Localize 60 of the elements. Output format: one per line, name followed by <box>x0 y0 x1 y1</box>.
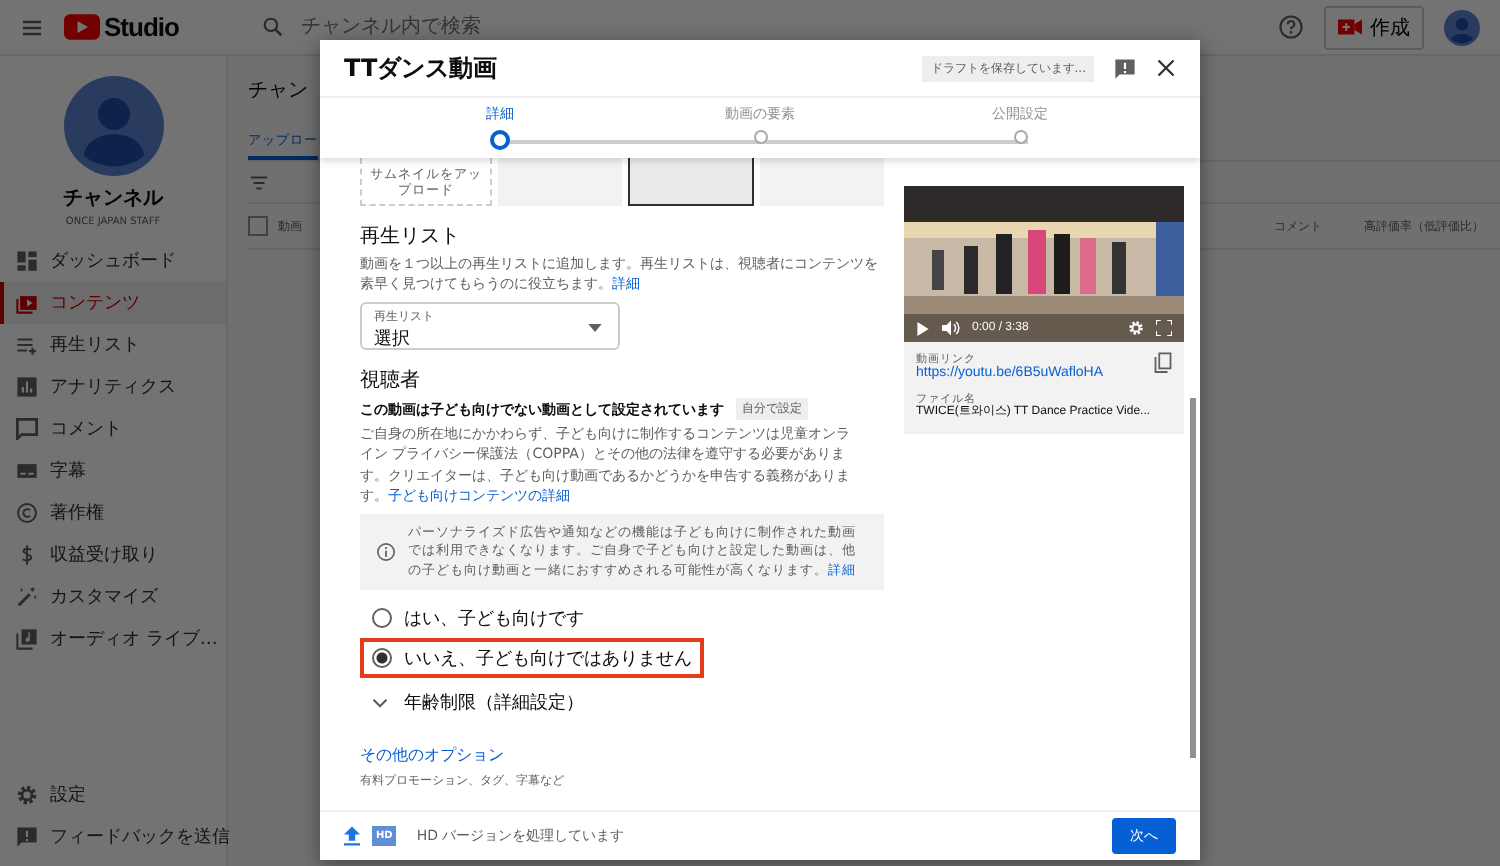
channel-name: チャンネル <box>63 186 163 212</box>
settings-icon[interactable] <box>1128 320 1144 336</box>
channel-avatar-icon[interactable] <box>63 76 163 176</box>
page-title: チャン <box>248 78 308 104</box>
video-camera-icon <box>1338 18 1362 36</box>
age-restriction-toggle[interactable]: 年齢制限（詳細設定） <box>372 690 584 717</box>
nav-item[interactable]: フィードバックを送信 <box>0 816 226 858</box>
video-icon <box>16 292 38 314</box>
settings-icon <box>16 784 38 806</box>
filter-icon[interactable] <box>248 171 270 193</box>
nav-item[interactable]: アナリティクス <box>0 366 226 408</box>
copy-icon[interactable] <box>1154 352 1172 374</box>
radio-button[interactable] <box>372 608 392 629</box>
play-logo-icon <box>64 14 100 40</box>
thumbnail-slot[interactable] <box>627 158 755 206</box>
section-heading: 視聴者 <box>360 367 422 395</box>
list-icon <box>16 334 38 356</box>
nav-item[interactable]: コメント <box>0 408 226 450</box>
nav-item[interactable]: コンテンツ <box>0 282 226 324</box>
music-icon <box>16 628 38 650</box>
dialog-title: TTダンス動画 <box>344 51 498 85</box>
search-icon <box>262 16 285 38</box>
nav-item[interactable]: 著作権 <box>0 492 226 534</box>
volume-icon[interactable] <box>942 320 960 336</box>
thumbnail-slot[interactable] <box>498 158 622 206</box>
chart-icon <box>16 376 38 398</box>
nav-item[interactable]: ダッシュボード <box>0 240 226 282</box>
close-icon[interactable] <box>1156 58 1176 78</box>
create-button[interactable]: 作成 <box>1324 5 1424 49</box>
nav-item[interactable]: 字幕 <box>0 450 226 492</box>
dropdown-caret-icon <box>588 324 602 333</box>
logo-text: Studio <box>104 12 179 42</box>
section-heading: 再生リスト <box>360 223 462 250</box>
upload-icon <box>344 826 360 846</box>
nav-item[interactable]: 設定 <box>0 774 226 816</box>
avatar-icon[interactable] <box>1444 9 1480 45</box>
feedback-icon <box>16 826 38 848</box>
circle-icon <box>16 502 38 524</box>
chevron-down-icon <box>372 698 388 709</box>
select-all-checkbox[interactable] <box>248 216 268 236</box>
nav-item[interactable]: オーディオ ライブ… <box>0 618 226 660</box>
search-field[interactable]: チャンネル内で検索 <box>296 14 785 40</box>
nav-item[interactable]: カスタマイズ <box>0 576 226 618</box>
radio-option[interactable]: はい、子ども向けです <box>360 598 596 639</box>
wand-icon <box>16 586 38 608</box>
feedback-icon[interactable] <box>1114 57 1136 79</box>
radio-option[interactable]: いいえ、子ども向けではありません <box>360 638 704 679</box>
radio-button[interactable] <box>372 648 392 669</box>
thumbnail-slot[interactable] <box>760 158 885 206</box>
nav-item[interactable]: 再生リスト <box>0 324 226 366</box>
subtitle-icon <box>16 460 38 482</box>
help-icon[interactable] <box>1278 14 1304 40</box>
info-icon <box>376 541 396 562</box>
nav-item[interactable]: 収益受け取り <box>0 534 226 576</box>
more-options-link[interactable]: その他のオプション <box>360 744 504 767</box>
grid-icon <box>16 250 38 272</box>
comment-icon <box>16 418 38 440</box>
fullscreen-icon[interactable] <box>1156 320 1172 336</box>
play-icon[interactable] <box>916 321 930 335</box>
menu-icon[interactable] <box>20 15 44 39</box>
